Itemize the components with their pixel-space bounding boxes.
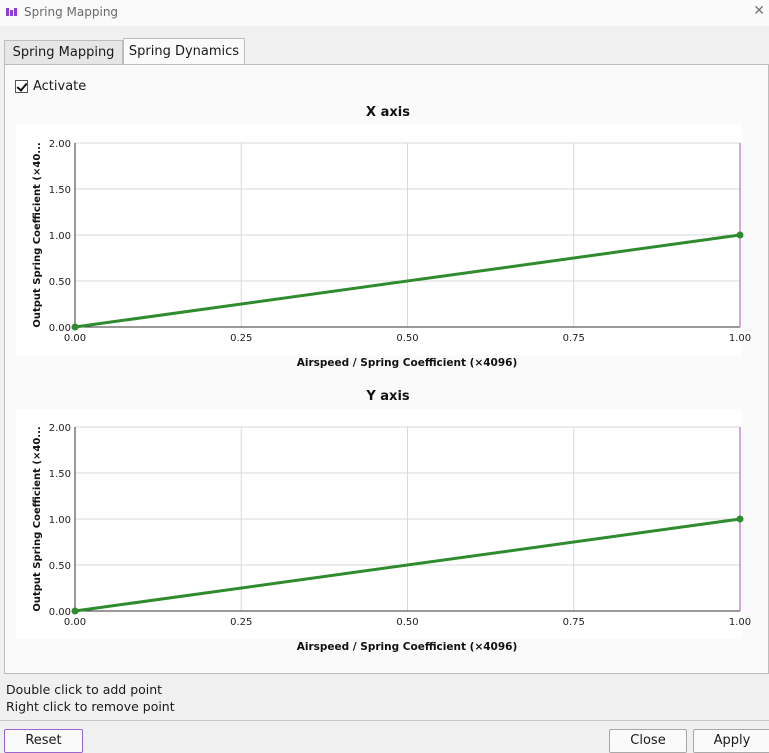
x-tick-label: 1.00 bbox=[729, 617, 751, 628]
y-tick-label: 0.50 bbox=[49, 277, 71, 288]
x-axis-label: Airspeed / Spring Coefficient (×4096) bbox=[297, 641, 518, 653]
x-tick-label: 0.75 bbox=[563, 617, 585, 628]
tab-bar: Spring Mapping Spring Dynamics bbox=[0, 38, 769, 65]
activate-row[interactable]: Activate bbox=[15, 77, 86, 95]
x-tick-label: 1.00 bbox=[729, 333, 751, 344]
title-bar: Spring Mapping ✕ bbox=[0, 0, 769, 26]
reset-button[interactable]: Reset bbox=[4, 729, 83, 753]
activate-label: Activate bbox=[33, 78, 87, 94]
close-icon[interactable]: ✕ bbox=[753, 3, 765, 19]
chart-title: X axis bbox=[366, 105, 410, 120]
y-tick-label: 1.50 bbox=[49, 185, 71, 196]
x-tick-label: 0.25 bbox=[230, 333, 252, 344]
x-tick-label: 0.00 bbox=[64, 617, 86, 628]
tab-spring-dynamics[interactable]: Spring Dynamics bbox=[123, 38, 245, 65]
y-tick-label: 0.00 bbox=[49, 323, 71, 334]
y-tick-label: 0.50 bbox=[49, 561, 71, 572]
x-tick-label: 0.50 bbox=[396, 617, 418, 628]
data-point[interactable] bbox=[736, 231, 744, 239]
x-tick-label: 0.25 bbox=[230, 617, 252, 628]
footer-separator bbox=[0, 720, 769, 721]
y-axis-chart[interactable]: Y axis 0.00 0.25 0.50 0.75 1.00 0.00 0.50 1.00 1.… bbox=[0, 384, 769, 659]
y-axis-label: Output Spring Coefficient (×40... bbox=[32, 142, 43, 327]
close-button[interactable]: Close bbox=[609, 729, 687, 753]
window-title: Spring Mapping bbox=[24, 5, 119, 19]
x-axis-label: Airspeed / Spring Coefficient (×4096) bbox=[297, 357, 518, 369]
activate-checkbox[interactable] bbox=[15, 79, 28, 93]
x-axis-chart[interactable]: X axis 0.00 0.25 0.50 0.75 1.00 0.00 0.50 1.00 1.… bbox=[0, 100, 769, 375]
y-axis-label: Output Spring Coefficient (×40... bbox=[32, 426, 43, 611]
data-point[interactable] bbox=[736, 515, 744, 523]
y-tick-label: 1.00 bbox=[49, 231, 71, 242]
app-icon bbox=[6, 8, 17, 16]
chart-title: Y axis bbox=[365, 389, 410, 404]
y-tick-label: 1.00 bbox=[49, 515, 71, 526]
y-tick-label: 2.00 bbox=[49, 139, 71, 150]
y-tick-label: 2.00 bbox=[49, 423, 71, 434]
x-tick-label: 0.75 bbox=[563, 333, 585, 344]
x-tick-label: 0.00 bbox=[64, 333, 86, 344]
hint-add-point: Double click to add point bbox=[6, 682, 163, 697]
y-tick-label: 0.00 bbox=[49, 607, 71, 618]
data-point[interactable] bbox=[71, 607, 79, 615]
y-tick-label: 1.50 bbox=[49, 469, 71, 480]
x-tick-label: 0.50 bbox=[396, 333, 418, 344]
tab-spring-mapping[interactable]: Spring Mapping bbox=[4, 40, 123, 64]
apply-button[interactable]: Apply bbox=[693, 729, 769, 753]
data-point[interactable] bbox=[71, 323, 79, 331]
hint-remove-point: Right click to remove point bbox=[6, 699, 175, 714]
